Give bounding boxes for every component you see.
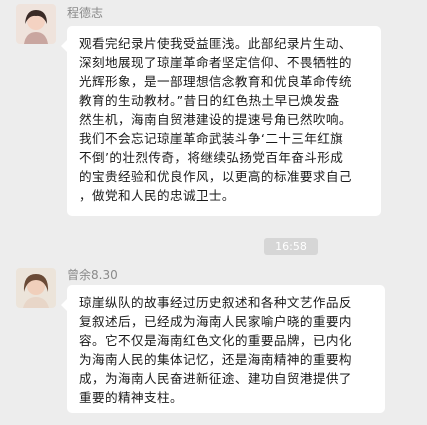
message-line: 深刻地展现了琼崖革命者坚定信仰、不畏牺牲的 xyxy=(79,55,352,70)
avatar[interactable] xyxy=(16,268,56,308)
message-line: 然生机，海南自贸港建设的提速号角已然吹响。 xyxy=(79,112,352,127)
message-line: 观看完纪录片使我受益匪浅。此部纪录片生动、 xyxy=(79,36,352,51)
message-line: 为海南人民的集体记忆，还是海南精神的重要构 xyxy=(79,352,352,367)
message-line: 不倒’的壮烈传奇，将继续弘扬党百年奋斗形成 xyxy=(79,150,344,165)
message-line: 我们不会忘记琼崖革命武装斗争‘二十三年红旗 xyxy=(79,131,344,146)
avatar[interactable] xyxy=(16,4,56,44)
sender-name: 程德志 xyxy=(67,6,104,20)
message-line: 容。它不仅是海南红色文化的重要品牌，已内化 xyxy=(79,333,352,348)
message-line: ，做党和人民的忠诚卫士。 xyxy=(79,188,235,203)
message-line: 琼崖纵队的故事经过历史叙述和各种文艺作品反 xyxy=(79,295,352,310)
timestamp: 16:58 xyxy=(264,238,318,255)
message-bubble[interactable]: 观看完纪录片使我受益匪浅。此部纪录片生动、 深刻地展现了琼崖革命者坚定信仰、不畏… xyxy=(61,26,381,216)
message-line: 教育的生动教材。”昔日的红色热土早已焕发盎 xyxy=(79,93,340,108)
message-line: 重要的精神支柱。 xyxy=(79,390,183,405)
message-line: 成，为海南人民奋进新征途、建功自贸港提供了 xyxy=(79,371,352,386)
message-line: 光辉形象，是一部理想信念教育和优良革命传统 xyxy=(79,74,352,89)
message-line: 复叙述后，已经成为海南人民家喻户晓的重要内 xyxy=(79,314,352,329)
message-line: 的宝贵经验和优良作风，以更高的标准要求自己 xyxy=(79,169,352,184)
message-bubble[interactable]: 琼崖纵队的故事经过历史叙述和各种文艺作品反 复叙述后，已经成为海南人民家喻户晓的… xyxy=(61,285,385,413)
sender-name: 曾余8.30 xyxy=(67,268,118,282)
